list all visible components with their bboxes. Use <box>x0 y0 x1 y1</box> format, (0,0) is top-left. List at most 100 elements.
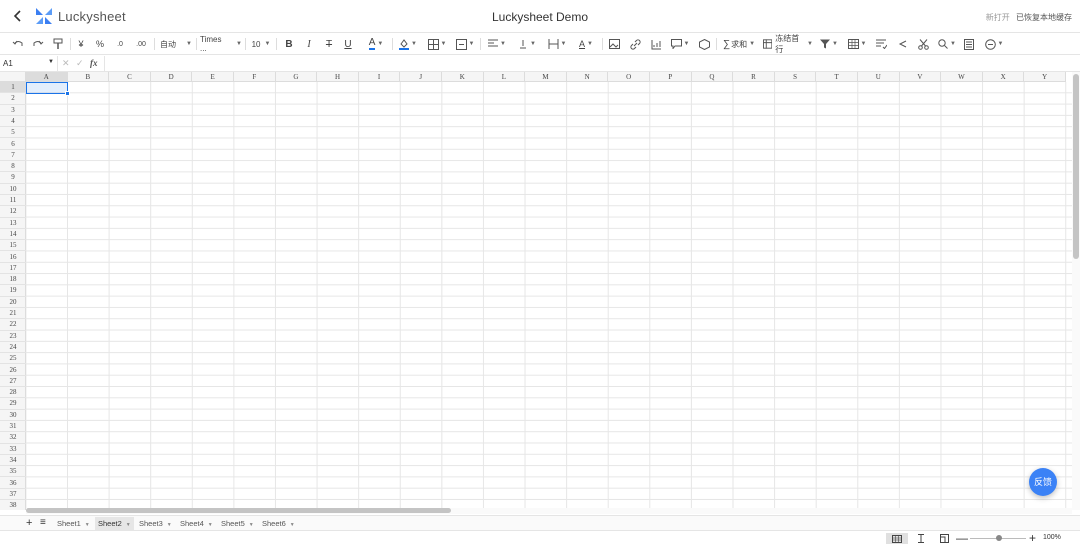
column-header-cell[interactable]: B <box>68 72 110 82</box>
row-header-cell[interactable]: 8 <box>0 161 26 173</box>
column-header-cell[interactable]: X <box>983 72 1025 82</box>
document-title[interactable]: Luckysheet Demo <box>492 10 588 24</box>
function-icon[interactable]: fx <box>90 58 98 68</box>
row-header-cell[interactable]: 22 <box>0 319 26 331</box>
row-header-cell[interactable]: 29 <box>0 398 26 410</box>
comment-button[interactable]: ▼ <box>668 36 692 52</box>
row-header-cell[interactable]: 23 <box>0 331 26 342</box>
selected-cell[interactable] <box>26 82 68 94</box>
chevron-down-icon[interactable]: ▼ <box>208 522 213 528</box>
row-header-cell[interactable]: 18 <box>0 274 26 286</box>
normal-view-button[interactable] <box>886 533 908 544</box>
row-header-cell[interactable]: 21 <box>0 308 26 320</box>
sheet-tab[interactable]: Sheet4 ▼ <box>177 517 216 530</box>
zoom-out-button[interactable]: — <box>956 531 968 545</box>
page-layout-view-button[interactable] <box>933 533 955 544</box>
sheet-tab[interactable]: Sheet3 ▼ <box>136 517 175 530</box>
merge-cells-button[interactable]: ▼ <box>454 36 476 52</box>
column-header-cell[interactable]: I <box>359 72 401 82</box>
text-wrap-button[interactable]: ▼ <box>545 36 569 52</box>
select-all-corner[interactable] <box>0 72 26 82</box>
fill-color-button[interactable]: ▼ <box>397 36 419 52</box>
italic-button[interactable]: I <box>303 36 315 52</box>
column-header-cell[interactable]: R <box>733 72 775 82</box>
feedback-button[interactable]: 反馈 <box>1029 468 1057 496</box>
font-size-dropdown[interactable]: 10 ▼ <box>249 36 273 52</box>
row-header-cell[interactable]: 35 <box>0 466 26 478</box>
search-button[interactable]: ▼ <box>936 36 958 52</box>
row-header-cell[interactable]: 10 <box>0 184 26 195</box>
undo-icon[interactable] <box>10 36 26 52</box>
decrease-decimal-button[interactable]: .0 <box>112 36 128 52</box>
row-header-cell[interactable]: 32 <box>0 432 26 444</box>
row-header-cell[interactable]: 2 <box>0 93 26 105</box>
strikethrough-button[interactable]: T <box>323 36 335 52</box>
column-header-cell[interactable]: H <box>317 72 359 82</box>
sheet-list-icon[interactable]: ≡ <box>40 517 46 528</box>
bold-button[interactable]: B <box>283 36 295 52</box>
underline-button[interactable]: U <box>342 36 354 52</box>
new-open-link[interactable]: 新打开 <box>986 13 1010 22</box>
insert-chart-icon[interactable] <box>648 36 664 52</box>
border-button[interactable]: ▼ <box>426 36 448 52</box>
row-header-cell[interactable]: 34 <box>0 455 26 467</box>
column-header-cell[interactable]: E <box>192 72 234 82</box>
row-header-cell[interactable]: 27 <box>0 376 26 388</box>
column-header-cell[interactable]: Q <box>692 72 734 82</box>
chevron-down-icon[interactable]: ▼ <box>290 522 295 528</box>
row-header-cell[interactable]: 26 <box>0 365 26 376</box>
freeze-button[interactable]: 冻结首行 ▼ <box>763 34 813 54</box>
page-break-view-button[interactable] <box>910 533 932 544</box>
row-header-cell[interactable]: 31 <box>0 421 26 433</box>
horizontal-scroll-thumb[interactable] <box>26 508 451 513</box>
column-header-cell[interactable]: Y <box>1024 72 1066 82</box>
row-header-cell[interactable]: 19 <box>0 285 26 297</box>
scissors-icon[interactable] <box>916 36 930 52</box>
confirm-edit-icon[interactable]: ✓ <box>76 58 84 69</box>
insert-link-icon[interactable] <box>628 36 642 52</box>
column-header-cell[interactable]: K <box>442 72 484 82</box>
row-header-cell[interactable]: 5 <box>0 127 26 139</box>
column-header-cell[interactable]: C <box>109 72 151 82</box>
text-rotate-button[interactable]: A ▼ <box>575 36 597 52</box>
row-header-cell[interactable]: 3 <box>0 105 26 116</box>
sum-button[interactable]: ∑ 求和 ▼ <box>721 36 757 52</box>
conditional-format-button[interactable]: ▼ <box>846 36 868 52</box>
back-arrow-icon[interactable] <box>9 7 27 25</box>
cancel-edit-icon[interactable]: ✕ <box>62 58 70 69</box>
add-sheet-icon[interactable]: + <box>26 517 32 529</box>
chevron-down-icon[interactable]: ▼ <box>167 522 172 528</box>
column-header-cell[interactable]: T <box>816 72 858 82</box>
column-header-cell[interactable]: V <box>900 72 942 82</box>
column-header-cell[interactable]: M <box>525 72 567 82</box>
column-header-cell[interactable]: S <box>775 72 817 82</box>
column-header-cell[interactable]: A <box>26 72 68 82</box>
cell-name-box[interactable]: A1 ▼ <box>0 56 58 71</box>
vertical-scroll-thumb[interactable] <box>1073 74 1079 259</box>
pivot-table-icon[interactable] <box>697 36 711 52</box>
column-header-cell[interactable]: F <box>234 72 276 82</box>
vertical-scrollbar[interactable] <box>1072 72 1080 510</box>
column-header-cell[interactable]: J <box>400 72 442 82</box>
chevron-down-icon[interactable]: ▼ <box>249 522 254 528</box>
row-header-cell[interactable]: 6 <box>0 139 26 150</box>
sheet-tab[interactable]: Sheet1 ▼ <box>54 517 93 530</box>
formula-input[interactable] <box>104 56 1080 71</box>
sheet-tab[interactable]: Sheet2 ▼ <box>95 517 134 530</box>
row-header-cell[interactable]: 7 <box>0 150 26 162</box>
row-header-cell[interactable]: 28 <box>0 387 26 399</box>
row-header-cell[interactable]: 30 <box>0 410 26 421</box>
row-header-cell[interactable]: 25 <box>0 353 26 365</box>
column-header-cell[interactable]: O <box>608 72 650 82</box>
fill-handle[interactable] <box>65 91 70 96</box>
row-header-cell[interactable]: 15 <box>0 240 26 252</box>
row-header-cell[interactable]: 17 <box>0 263 26 275</box>
chevron-down-icon[interactable]: ▼ <box>126 522 131 528</box>
row-header-cell[interactable]: 4 <box>0 116 26 128</box>
number-format-dropdown[interactable]: 自动 ▼ <box>158 36 194 52</box>
column-header-cell[interactable]: L <box>484 72 526 82</box>
column-header-cell[interactable]: U <box>858 72 900 82</box>
insert-image-icon[interactable] <box>607 36 621 52</box>
sheet-tab[interactable]: Sheet5 ▼ <box>218 517 257 530</box>
row-header-cell[interactable]: 24 <box>0 342 26 354</box>
